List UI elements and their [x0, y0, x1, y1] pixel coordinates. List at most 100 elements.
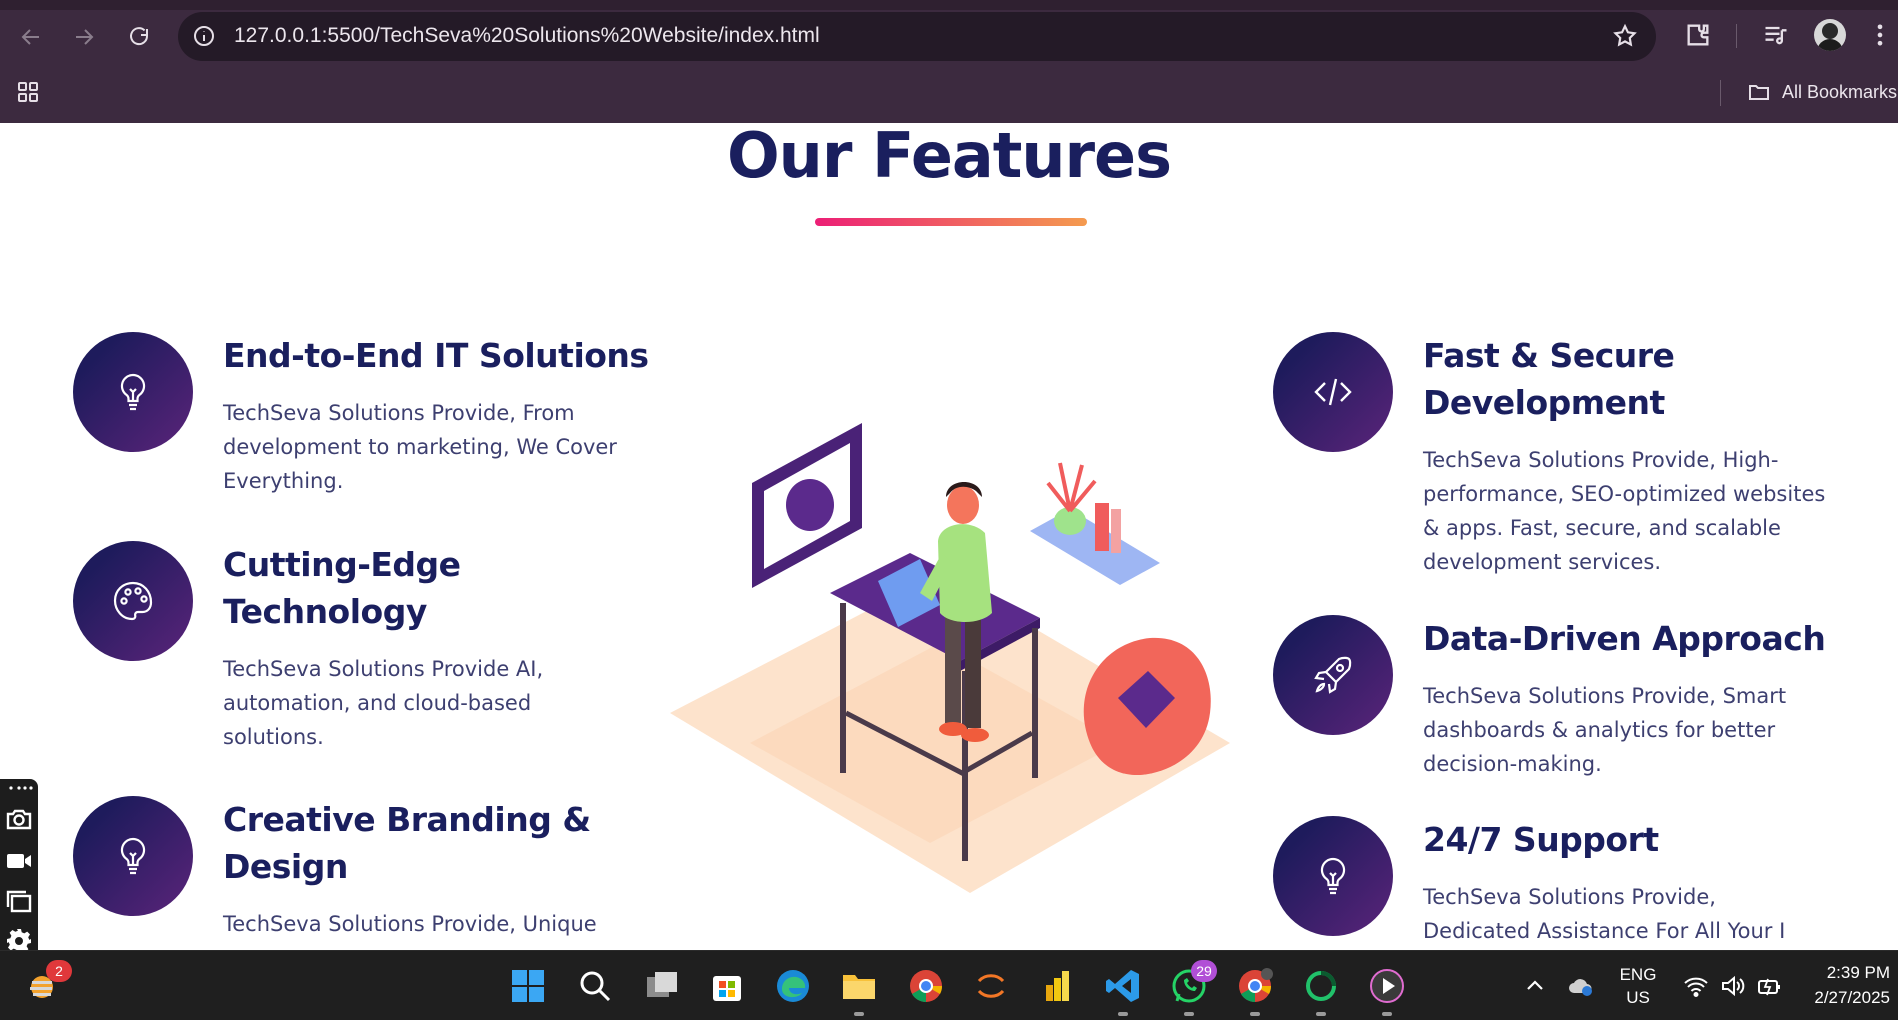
vscode-icon	[1106, 970, 1139, 1002]
running-indicator	[1118, 1012, 1128, 1016]
language-code[interactable]: ENG	[1616, 965, 1660, 985]
running-indicator	[1382, 1012, 1392, 1016]
windows-stack-icon[interactable]	[5, 887, 33, 915]
running-indicator	[1250, 1012, 1260, 1016]
bookmarks-bar: All Bookmarks	[0, 76, 1898, 116]
code-icon	[1314, 378, 1352, 406]
person-leg	[945, 613, 961, 723]
chrome-profile-button[interactable]	[1233, 964, 1277, 1016]
avatar-head	[1822, 23, 1838, 39]
url-text[interactable]: 127.0.0.1:5500/TechSeva%20Solutions%20We…	[234, 24, 820, 48]
onedrive-icon[interactable]	[1568, 973, 1594, 999]
toolbar-divider	[1736, 24, 1737, 48]
feature-description: TechSeva Solutions Provide, From develop…	[223, 401, 617, 493]
vscode-button[interactable]	[1101, 964, 1145, 1016]
rocket-icon	[1314, 656, 1352, 694]
weather-badge: 2	[46, 960, 72, 982]
feature-icon-circle	[73, 796, 193, 916]
media-player-button[interactable]	[1365, 964, 1409, 1016]
search-icon	[580, 971, 611, 1002]
feature-description: TechSeva Solutions Provide, Dedicated As…	[1423, 885, 1786, 943]
feature-icon-circle	[1273, 332, 1393, 452]
ring-icon	[1306, 971, 1336, 1001]
all-bookmarks-link[interactable]: All Bookmarks	[1782, 82, 1897, 103]
title-underline	[815, 218, 1087, 226]
wifi-icon[interactable]	[1683, 973, 1709, 999]
bookmarks-divider	[1720, 80, 1721, 106]
gear-icon[interactable]	[5, 927, 33, 950]
language-region[interactable]: US	[1616, 988, 1660, 1008]
feature-description: TechSeva Solutions Provide, Smart dashbo…	[1423, 684, 1787, 776]
lightbulb-icon	[1320, 857, 1346, 895]
jupyter-button[interactable]	[969, 964, 1013, 1008]
running-indicator	[1316, 1012, 1326, 1016]
windows-logo-icon	[512, 970, 544, 1002]
feature-description: TechSeva Solutions Provide, Unique	[223, 912, 597, 936]
extensions-icon[interactable]	[1684, 21, 1712, 49]
weather-widget[interactable]: 2	[22, 960, 72, 1008]
running-indicator	[1184, 1012, 1194, 1016]
whatsapp-button[interactable]: 29	[1167, 960, 1217, 1016]
loading-app-button[interactable]	[1299, 964, 1343, 1016]
reload-button[interactable]	[122, 20, 156, 54]
file-explorer-button[interactable]	[837, 964, 881, 1016]
avatar-body	[1817, 39, 1843, 51]
whatsapp-badge: 29	[1191, 960, 1217, 982]
info-icon[interactable]	[192, 24, 216, 48]
apps-grid-icon[interactable]	[16, 80, 40, 104]
person-face	[947, 486, 979, 524]
lightbulb-icon	[120, 837, 146, 875]
back-button[interactable]	[14, 20, 48, 54]
browser-chrome: 127.0.0.1:5500/TechSeva%20Solutions%20We…	[0, 0, 1898, 123]
kebab-menu-icon[interactable]	[1870, 21, 1890, 49]
search-button[interactable]	[573, 964, 617, 1008]
desk-leg	[840, 603, 846, 773]
feature-icon-circle	[1273, 615, 1393, 735]
chevron-up-icon[interactable]	[1522, 973, 1548, 999]
book	[1111, 509, 1121, 553]
folder-icon[interactable]	[1746, 80, 1772, 104]
media-queue-icon[interactable]	[1762, 21, 1790, 49]
profile-avatar[interactable]	[1814, 19, 1846, 51]
feature-title: End-to-End IT Solutions	[223, 336, 649, 375]
start-button[interactable]	[506, 964, 550, 1008]
feature-title: Creative Branding & Design	[223, 800, 591, 886]
shoe	[961, 728, 989, 742]
arrow-left-icon	[21, 29, 39, 45]
chrome-button[interactable]	[904, 964, 948, 1008]
star-icon[interactable]	[1612, 23, 1638, 49]
arrow-right-icon	[76, 29, 94, 45]
running-indicator	[854, 1012, 864, 1016]
desk-leg	[1032, 628, 1038, 778]
clock-time[interactable]: 2:39 PM	[1800, 963, 1890, 983]
feature-description: TechSeva Solutions Provide AI, automatio…	[223, 657, 544, 749]
chrome-icon	[1239, 968, 1273, 1003]
speaker-icon[interactable]	[1720, 973, 1746, 999]
video-camera-icon[interactable]	[5, 847, 33, 875]
palette-icon	[113, 581, 153, 621]
more-dots-icon[interactable]	[5, 781, 33, 795]
feature-description: TechSeva Solutions Provide, High-perform…	[1423, 448, 1826, 574]
play-icon	[1370, 969, 1404, 1003]
battery-charging-icon[interactable]	[1756, 973, 1782, 999]
power-bi-icon	[1046, 971, 1069, 1001]
section-title: Our Features	[726, 123, 1172, 192]
forward-button[interactable]	[67, 20, 101, 54]
clock-date[interactable]: 2/27/2025	[1790, 988, 1890, 1008]
camera-icon[interactable]	[5, 805, 33, 833]
microsoft-store-button[interactable]	[705, 964, 749, 1008]
power-bi-button[interactable]	[1035, 964, 1079, 1008]
edge-button[interactable]	[771, 964, 815, 1008]
person-leg	[965, 618, 981, 728]
address-bar[interactable]: 127.0.0.1:5500/TechSeva%20Solutions%20We…	[178, 12, 1656, 61]
task-view-button[interactable]	[640, 964, 684, 1008]
capture-toolbar	[0, 779, 38, 950]
feature-icon-circle	[73, 541, 193, 661]
folder-icon	[843, 975, 875, 999]
feature-icon-circle	[1273, 816, 1393, 936]
feature-title: Data-Driven Approach	[1423, 619, 1826, 658]
feature-title: 24/7 Support	[1423, 820, 1659, 859]
reload-icon	[130, 27, 149, 46]
book	[1095, 503, 1109, 551]
workspace-illustration	[670, 423, 1230, 893]
